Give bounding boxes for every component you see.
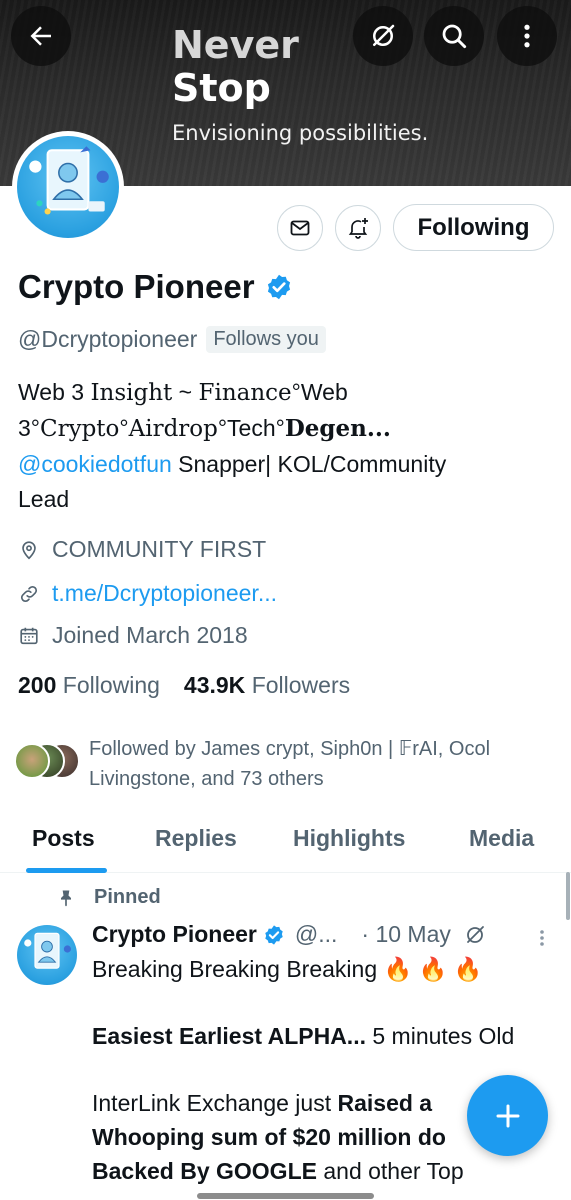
envelope-icon bbox=[290, 220, 310, 236]
profile-tabs: Posts Replies Highlights Media bbox=[0, 815, 571, 873]
bio-text: Insight bbox=[90, 380, 173, 406]
post-bold-text: Raised a bbox=[337, 1090, 433, 1116]
bio-text: 3° bbox=[18, 415, 40, 441]
tab-posts[interactable]: Posts bbox=[32, 825, 95, 852]
followed-by-line: Livingstone, and 73 others bbox=[89, 768, 324, 790]
bell-plus-icon bbox=[348, 218, 368, 239]
home-gesture-bar[interactable] bbox=[197, 1193, 374, 1199]
post-author-name[interactable]: Crypto Pioneer bbox=[92, 921, 257, 948]
avatar-illustration bbox=[29, 146, 109, 215]
back-button[interactable] bbox=[11, 6, 71, 66]
follows-you-badge: Follows you bbox=[206, 326, 326, 353]
pin-icon bbox=[61, 890, 71, 906]
joined-row: Joined March 2018 bbox=[18, 622, 248, 649]
tab-media[interactable]: Media bbox=[469, 825, 534, 852]
message-button[interactable] bbox=[277, 205, 323, 251]
search-icon bbox=[442, 24, 467, 49]
pinned-label: Pinned bbox=[94, 886, 161, 908]
following-label: Following bbox=[62, 672, 160, 698]
post-text: $20 million do bbox=[292, 1124, 446, 1150]
following-count: 200 bbox=[18, 672, 57, 698]
bio-text: °Web bbox=[291, 379, 348, 405]
post-text: InterLink Exchange just bbox=[92, 1090, 338, 1116]
website-row: t.me/Dcryptopioneer... bbox=[18, 580, 277, 607]
follow-stats: 200 Following 43.9K Followers bbox=[18, 672, 350, 699]
bio-text: Degen... bbox=[284, 415, 391, 442]
display-name: Crypto Pioneer bbox=[18, 268, 255, 305]
verified-badge-icon[interactable] bbox=[265, 273, 293, 301]
banner-title: Never Stop bbox=[172, 24, 352, 110]
banner-subtitle: Envisioning possibilities. bbox=[172, 121, 429, 145]
joined-text: Joined March 2018 bbox=[52, 622, 248, 648]
location-text: COMMUNITY FIRST bbox=[52, 536, 267, 562]
post-author-handle: @... bbox=[294, 921, 338, 947]
post-text: 5 minutes Old bbox=[365, 1023, 515, 1049]
active-tab-indicator bbox=[26, 868, 107, 873]
back-arrow-icon bbox=[30, 26, 51, 46]
location-row: COMMUNITY FIRST bbox=[18, 536, 266, 563]
followers-count: 43.9K bbox=[183, 672, 246, 698]
more-options-button[interactable] bbox=[497, 6, 557, 66]
calendar-icon bbox=[20, 627, 38, 644]
location-pin-icon bbox=[22, 540, 36, 559]
following-stat[interactable]: 200 Following bbox=[18, 672, 160, 699]
bio-mention-link[interactable]: @cookiedotfun bbox=[18, 451, 172, 477]
name-row: Crypto Pioneer bbox=[18, 268, 293, 306]
bio-text: ° bbox=[119, 415, 129, 441]
followers-label: Followers bbox=[251, 672, 351, 698]
more-vertical-icon bbox=[524, 24, 530, 48]
website-link[interactable]: t.me/Dcryptopioneer... bbox=[52, 580, 277, 607]
pinned-label-row: Pinned bbox=[56, 886, 161, 909]
bio-text: Web 3 bbox=[18, 379, 91, 405]
post-line: Backed By GOOGLE and other Top bbox=[92, 1154, 562, 1188]
post-line: Breaking Breaking Breaking 🔥 🔥 🔥 bbox=[92, 956, 483, 982]
notifications-button[interactable] bbox=[335, 205, 381, 251]
grok-icon[interactable] bbox=[463, 923, 487, 947]
post-bold-text: Backed By GOOGLE bbox=[92, 1158, 317, 1184]
post-bold-text: Whooping sum of bbox=[92, 1124, 293, 1150]
banner-title-line1: Never bbox=[172, 23, 299, 67]
plus-icon bbox=[496, 1104, 519, 1127]
search-button[interactable] bbox=[424, 6, 484, 66]
bio-text: Crypto bbox=[40, 416, 120, 442]
verified-badge-icon bbox=[265, 924, 283, 945]
bio-text: °Tech° bbox=[217, 415, 285, 441]
link-icon bbox=[20, 585, 38, 602]
tab-replies[interactable]: Replies bbox=[155, 825, 237, 852]
post-text: and other Top bbox=[316, 1158, 464, 1184]
tab-highlights[interactable]: Highlights bbox=[293, 825, 405, 852]
following-button[interactable]: Following bbox=[393, 204, 554, 251]
bio-text: ~ bbox=[172, 379, 199, 405]
compose-post-button[interactable] bbox=[467, 1075, 548, 1156]
post-more-icon[interactable] bbox=[532, 926, 552, 950]
post-author-avatar[interactable] bbox=[17, 925, 77, 985]
banner-title-line2: Stop bbox=[172, 65, 271, 110]
user-handle: @Dcryptopioneer bbox=[18, 326, 198, 352]
grok-button[interactable] bbox=[353, 6, 413, 66]
followed-by-text: Followed by James crypt, Siph0n | 𝔽rAI, … bbox=[89, 734, 559, 794]
profile-avatar[interactable] bbox=[12, 131, 124, 243]
mini-avatar bbox=[14, 743, 50, 779]
avatar-illustration bbox=[24, 932, 71, 969]
post-header: Crypto Pioneer @... · 10 May bbox=[92, 921, 487, 948]
scrollbar-thumb[interactable] bbox=[566, 872, 570, 920]
bio-text: Lead bbox=[18, 486, 70, 512]
bio-text: Finance bbox=[198, 380, 292, 406]
followed-by-line: Followed by James crypt, Siph0n | 𝔽rAI, … bbox=[89, 738, 491, 760]
post-bold-text: Easiest Earliest ALPHA... bbox=[92, 1023, 366, 1049]
bio-text: Airdrop bbox=[128, 416, 218, 442]
grok-icon bbox=[373, 24, 395, 46]
handle-row: @Dcryptopioneer Follows you bbox=[18, 326, 326, 353]
followers-you-know-avatars bbox=[14, 743, 84, 779]
post-date: · 10 May bbox=[361, 921, 451, 947]
followers-stat[interactable]: 43.9K Followers bbox=[184, 672, 350, 699]
bio-text: Snapper| KOL/Community bbox=[171, 451, 447, 477]
profile-bio: Web 3 Insight ~ Finance°Web 3°Crypto°Air… bbox=[18, 375, 548, 517]
post-line: Easiest Earliest ALPHA... 5 minutes Old bbox=[92, 1019, 562, 1053]
